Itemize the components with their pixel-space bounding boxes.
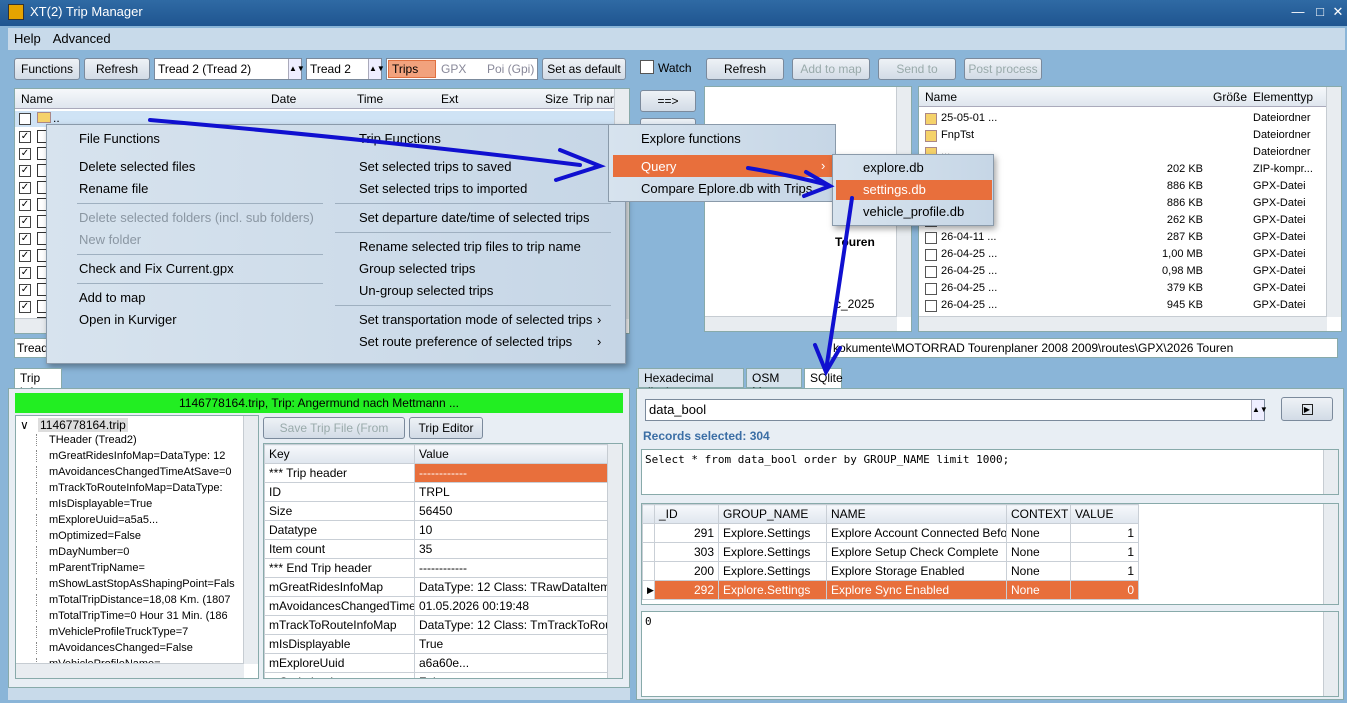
arrow-line bbox=[824, 196, 854, 372]
arrow-line bbox=[148, 118, 582, 167]
annotation-arrows bbox=[148, 118, 854, 377]
